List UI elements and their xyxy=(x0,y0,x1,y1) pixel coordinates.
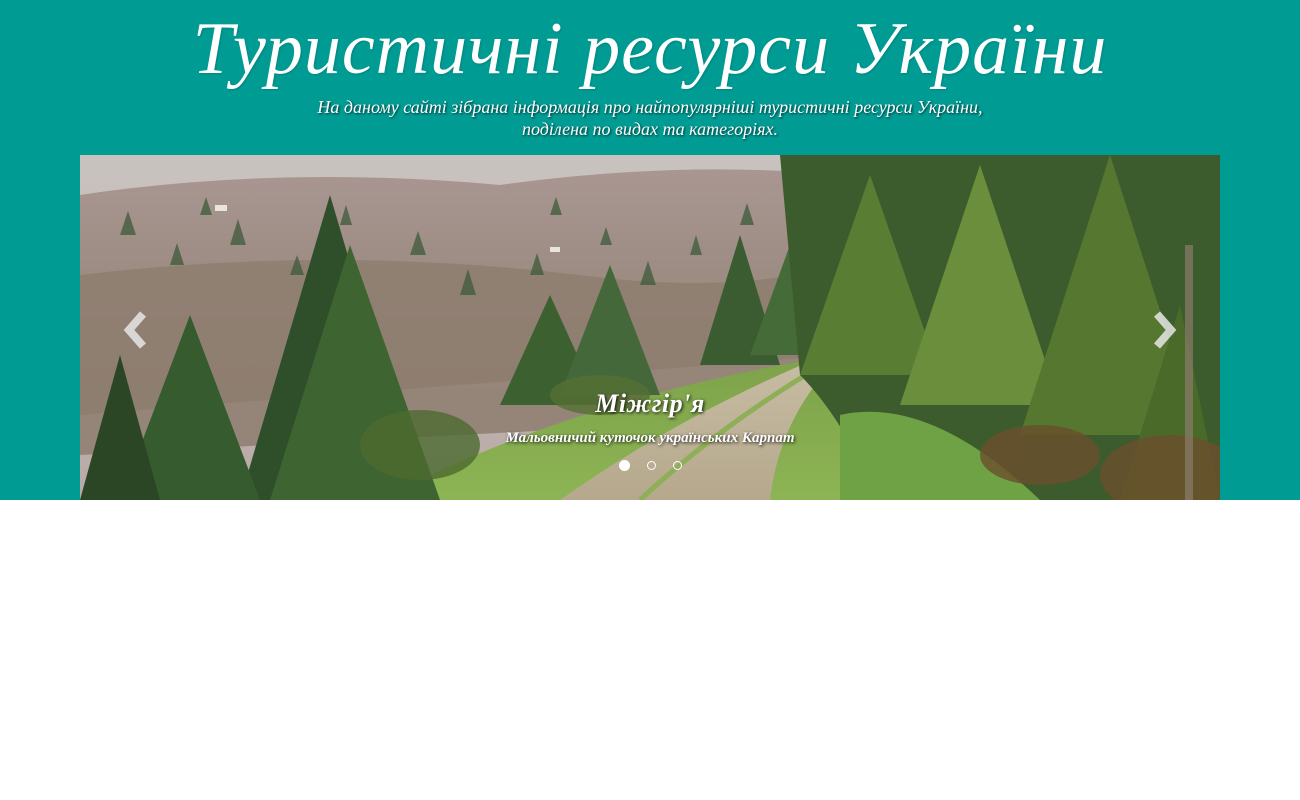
site-description-line-2: поділена по видах та категоріях. xyxy=(521,119,779,139)
site-description: На даному сайті зібрана інформація про н… xyxy=(0,96,1300,140)
chevron-left-icon xyxy=(123,311,147,349)
slide-caption-subtitle: Мальовничий куточок українських Карпат xyxy=(505,430,795,446)
image-carousel[interactable]: Міжгір'я Мальовничий куточок українських… xyxy=(80,155,1220,500)
site-title: Туристичні ресурси України xyxy=(192,8,1108,90)
carousel-indicator-1[interactable] xyxy=(618,460,630,471)
carousel-indicators xyxy=(80,460,1220,471)
slide-caption-title: Міжгір'я xyxy=(595,389,705,418)
site-description-line-1: На даному сайті зібрана інформація про н… xyxy=(317,97,983,117)
chevron-right-icon xyxy=(1153,311,1177,349)
carousel-next-button[interactable] xyxy=(1140,305,1190,355)
carousel-indicator-3[interactable] xyxy=(672,461,682,470)
slide-image-mountain-road xyxy=(80,155,1220,500)
carousel-prev-button[interactable] xyxy=(110,305,160,355)
carousel-indicator-2[interactable] xyxy=(646,461,656,470)
